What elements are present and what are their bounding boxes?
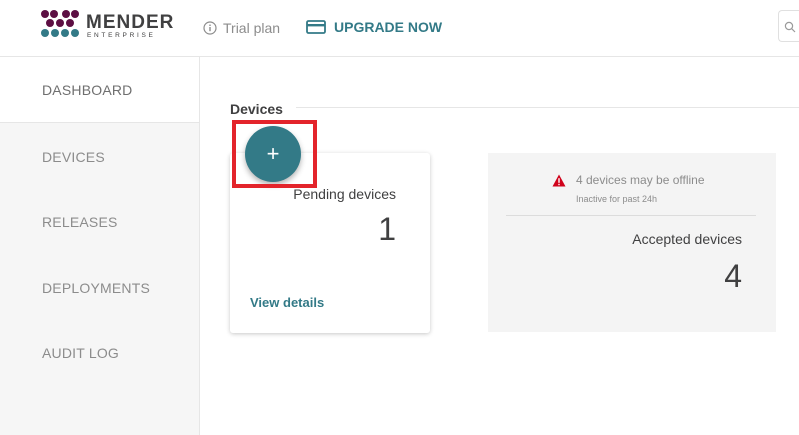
warning-icon <box>552 174 566 187</box>
accepted-card-divider <box>506 215 756 216</box>
logo-subtitle: ENTERPRISE <box>87 32 156 39</box>
accepted-devices-label: Accepted devices <box>632 231 742 247</box>
credit-card-icon <box>306 20 326 34</box>
accepted-devices-count: 4 <box>724 258 742 294</box>
offline-warning: 4 devices may be offline <box>552 173 705 187</box>
top-bar: MENDER ENTERPRISE Trial plan UPGRADE NOW <box>0 0 799 57</box>
sidebar-item-dashboard[interactable]: DASHBOARD <box>0 57 199 123</box>
sidebar: DASHBOARD DEVICES RELEASES DEPLOYMENTS A… <box>0 57 200 435</box>
trial-plan: Trial plan <box>203 20 280 36</box>
upgrade-now-button[interactable]: UPGRADE NOW <box>306 19 442 35</box>
accepted-devices-card[interactable]: 4 devices may be offline Inactive for pa… <box>488 153 776 332</box>
sidebar-item-label: DEPLOYMENTS <box>42 280 150 296</box>
section-title-devices: Devices <box>230 101 283 117</box>
highlight-box <box>232 120 317 188</box>
sidebar-item-label: DEVICES <box>42 149 105 165</box>
search-field[interactable] <box>778 10 799 42</box>
sidebar-item-label: RELEASES <box>42 214 118 230</box>
pending-devices-label: Pending devices <box>293 186 396 202</box>
mender-logo[interactable]: MENDER ENTERPRISE <box>40 9 173 43</box>
search-icon <box>784 21 796 33</box>
sidebar-item-releases[interactable]: RELEASES <box>0 189 199 255</box>
sidebar-item-label: AUDIT LOG <box>42 345 120 361</box>
sidebar-item-devices[interactable]: DEVICES <box>0 124 199 190</box>
offline-warning-subtext: Inactive for past 24h <box>576 194 658 204</box>
sidebar-item-audit-log[interactable]: AUDIT LOG <box>0 320 199 386</box>
logo-name: MENDER <box>86 12 175 33</box>
pending-devices-count: 1 <box>378 211 396 247</box>
view-details-link[interactable]: View details <box>250 295 324 310</box>
section-divider <box>296 107 799 108</box>
trial-plan-label: Trial plan <box>223 20 281 36</box>
upgrade-now-label: UPGRADE NOW <box>334 19 443 35</box>
mender-logo-icon <box>41 10 79 37</box>
sidebar-item-deployments[interactable]: DEPLOYMENTS <box>0 255 199 321</box>
sidebar-item-label: DASHBOARD <box>42 81 133 98</box>
offline-warning-text: 4 devices may be offline <box>576 173 705 187</box>
info-icon <box>203 21 217 35</box>
